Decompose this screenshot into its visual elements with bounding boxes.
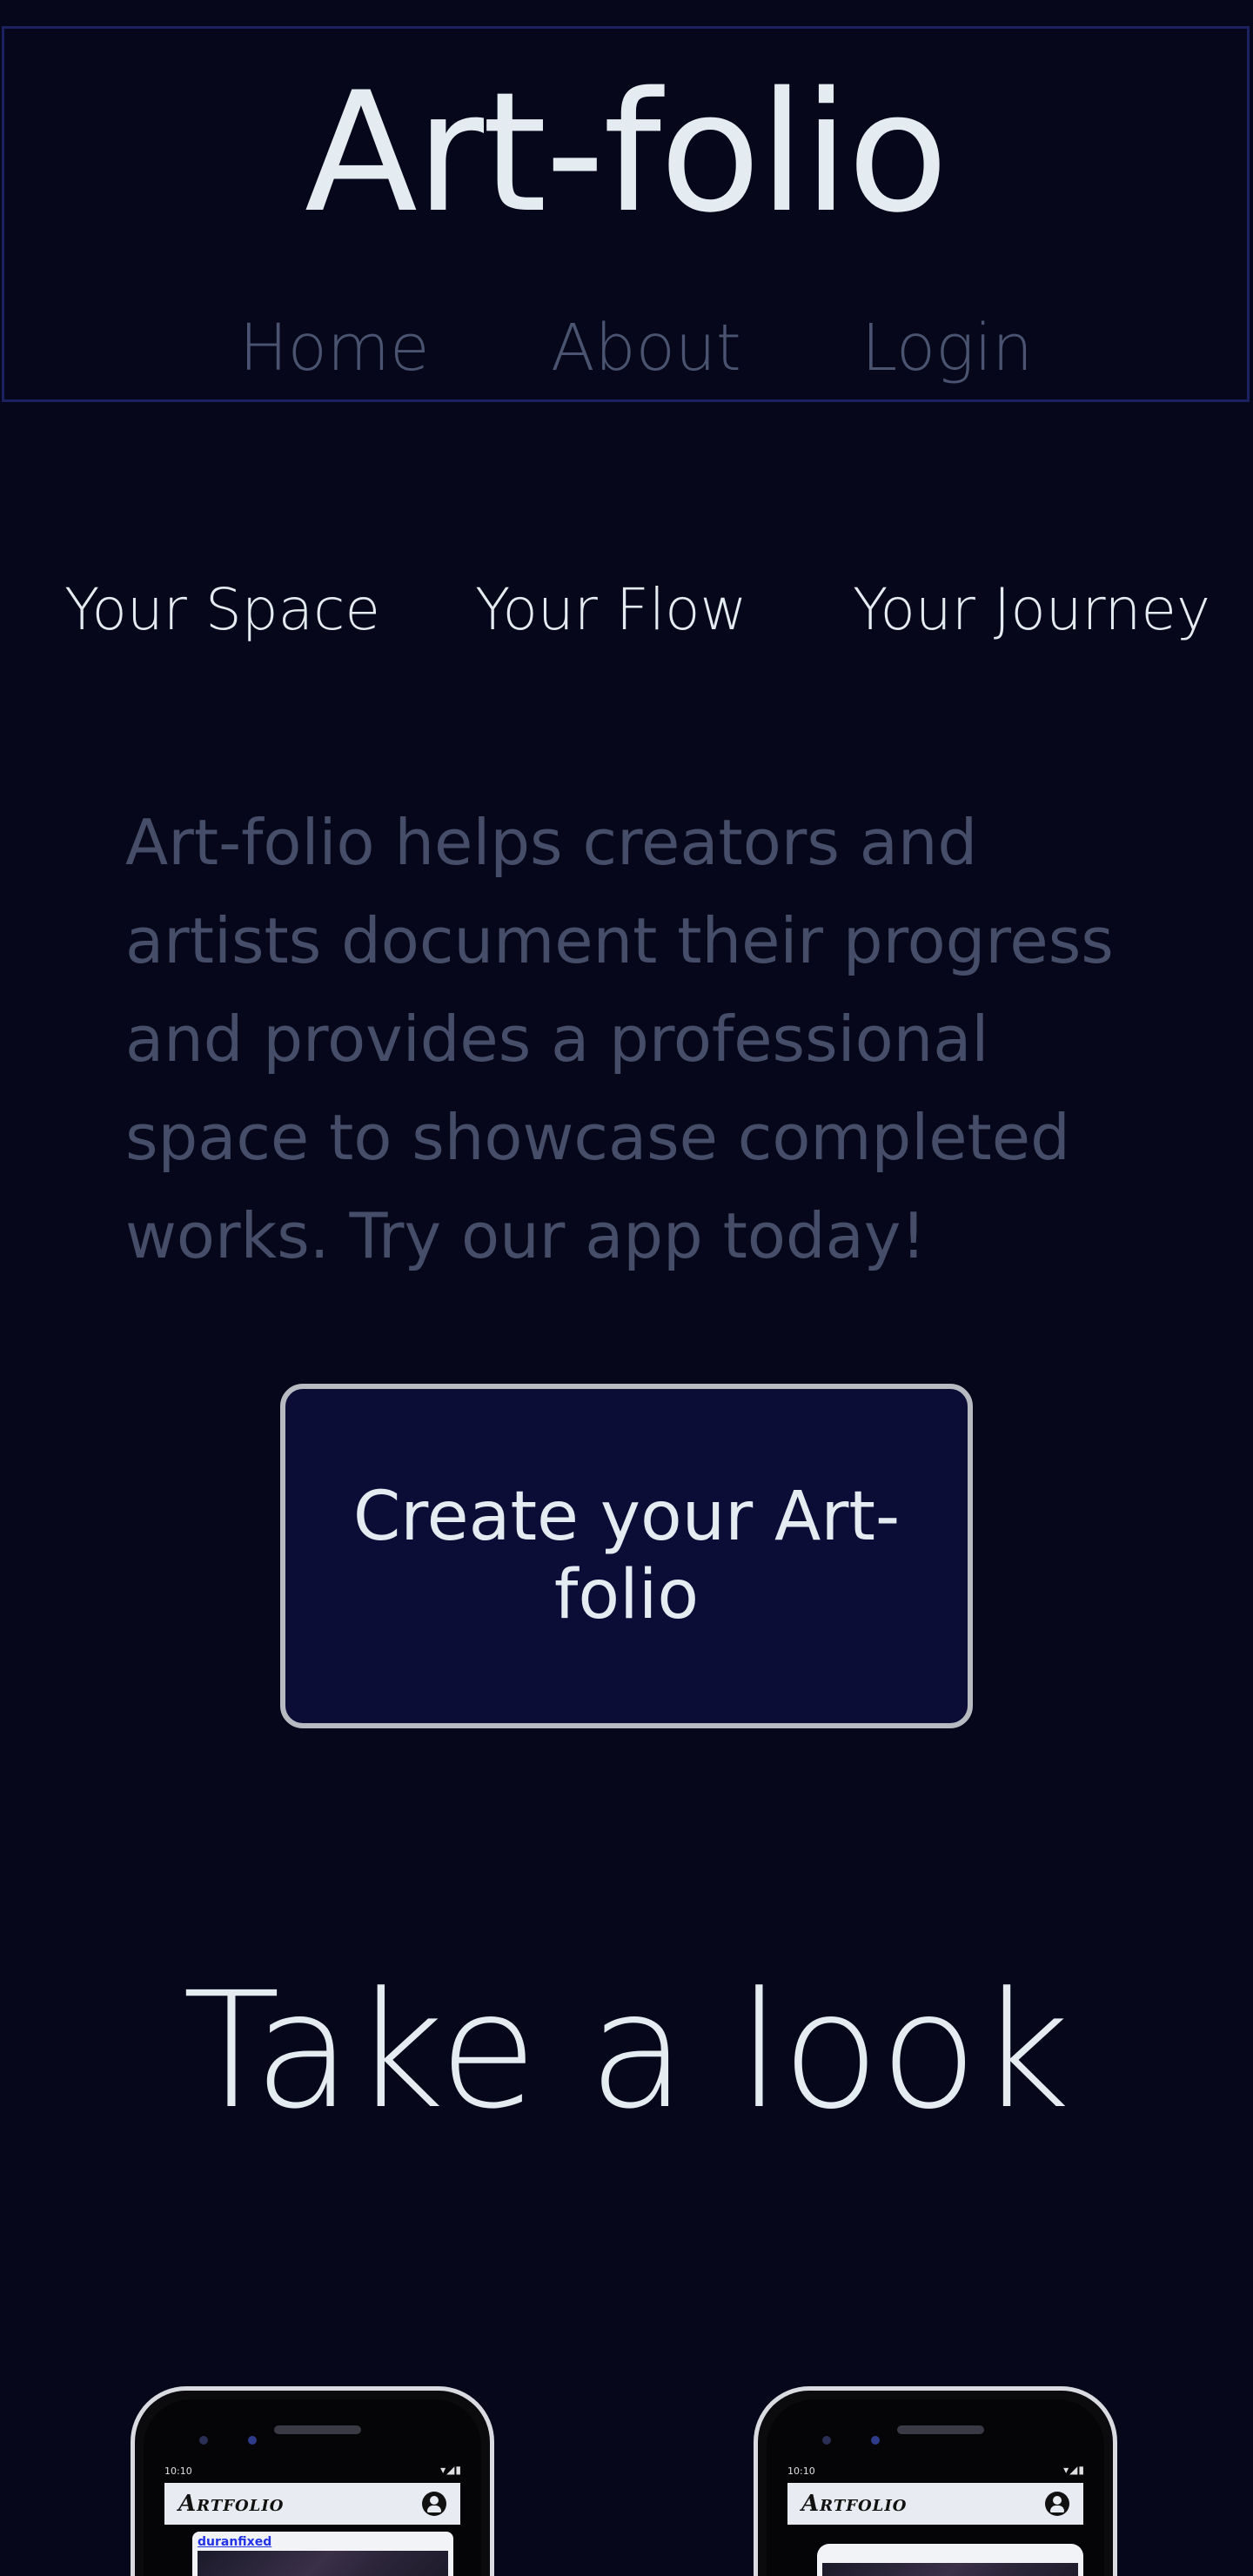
app-logo: Artfolio bbox=[178, 2491, 285, 2517]
account-icon bbox=[1045, 2492, 1069, 2516]
app-bar: Artfolio bbox=[787, 2483, 1083, 2525]
nav-about-link[interactable]: About bbox=[551, 316, 741, 380]
artwork-image bbox=[198, 2551, 448, 2576]
phone-camera bbox=[248, 2436, 257, 2445]
phone-mockup: 10:10 ▾◢▮ Artfolio bbox=[754, 2386, 1117, 2576]
app-description: Art-folio helps creators and artists doc… bbox=[125, 806, 1114, 1272]
tagline-your-space: Your Space bbox=[64, 576, 380, 643]
status-icons: ▾◢▮ bbox=[1063, 2464, 1085, 2476]
artwork-image bbox=[822, 2563, 1078, 2576]
post-card bbox=[817, 2544, 1083, 2576]
phone-screen: 10:10 ▾◢▮ Artfolio bbox=[767, 2399, 1104, 2576]
nav-home-link[interactable]: Home bbox=[239, 316, 430, 380]
tagline-your-flow: Your Flow bbox=[475, 576, 747, 643]
phone-sensor bbox=[822, 2436, 831, 2445]
main-nav: Home About Login bbox=[4, 305, 1247, 401]
phone-camera bbox=[871, 2436, 880, 2445]
site-title[interactable]: Art-folio bbox=[4, 70, 1247, 236]
status-time: 10:10 bbox=[787, 2465, 815, 2477]
tagline-your-journey: Your Journey bbox=[853, 576, 1211, 643]
phone-speaker bbox=[897, 2425, 984, 2434]
create-artfolio-button[interactable]: Create your Art-folio bbox=[280, 1384, 973, 1728]
take-a-look-heading: Take a look bbox=[182, 1958, 1071, 2144]
post-username-link: duranfixed bbox=[198, 2535, 272, 2549]
app-logo: Artfolio bbox=[801, 2491, 908, 2517]
phone-sensor bbox=[199, 2436, 208, 2445]
post-card: duranfixed bbox=[192, 2532, 453, 2576]
account-icon bbox=[422, 2492, 446, 2516]
phone-screen: 10:10 ▾◢▮ Artfolio duranfixed bbox=[144, 2399, 481, 2576]
nav-login-link[interactable]: Login bbox=[861, 316, 1033, 380]
phone-speaker bbox=[274, 2425, 361, 2434]
status-icons: ▾◢▮ bbox=[440, 2464, 462, 2476]
app-bar: Artfolio bbox=[164, 2483, 460, 2525]
phone-mockup: 10:10 ▾◢▮ Artfolio duranfixed bbox=[131, 2386, 494, 2576]
site-header: Art-folio Home About Login bbox=[2, 26, 1250, 402]
status-time: 10:10 bbox=[164, 2465, 192, 2477]
landing-page: Art-folio Home About Login Your Space Yo… bbox=[0, 0, 1253, 2576]
